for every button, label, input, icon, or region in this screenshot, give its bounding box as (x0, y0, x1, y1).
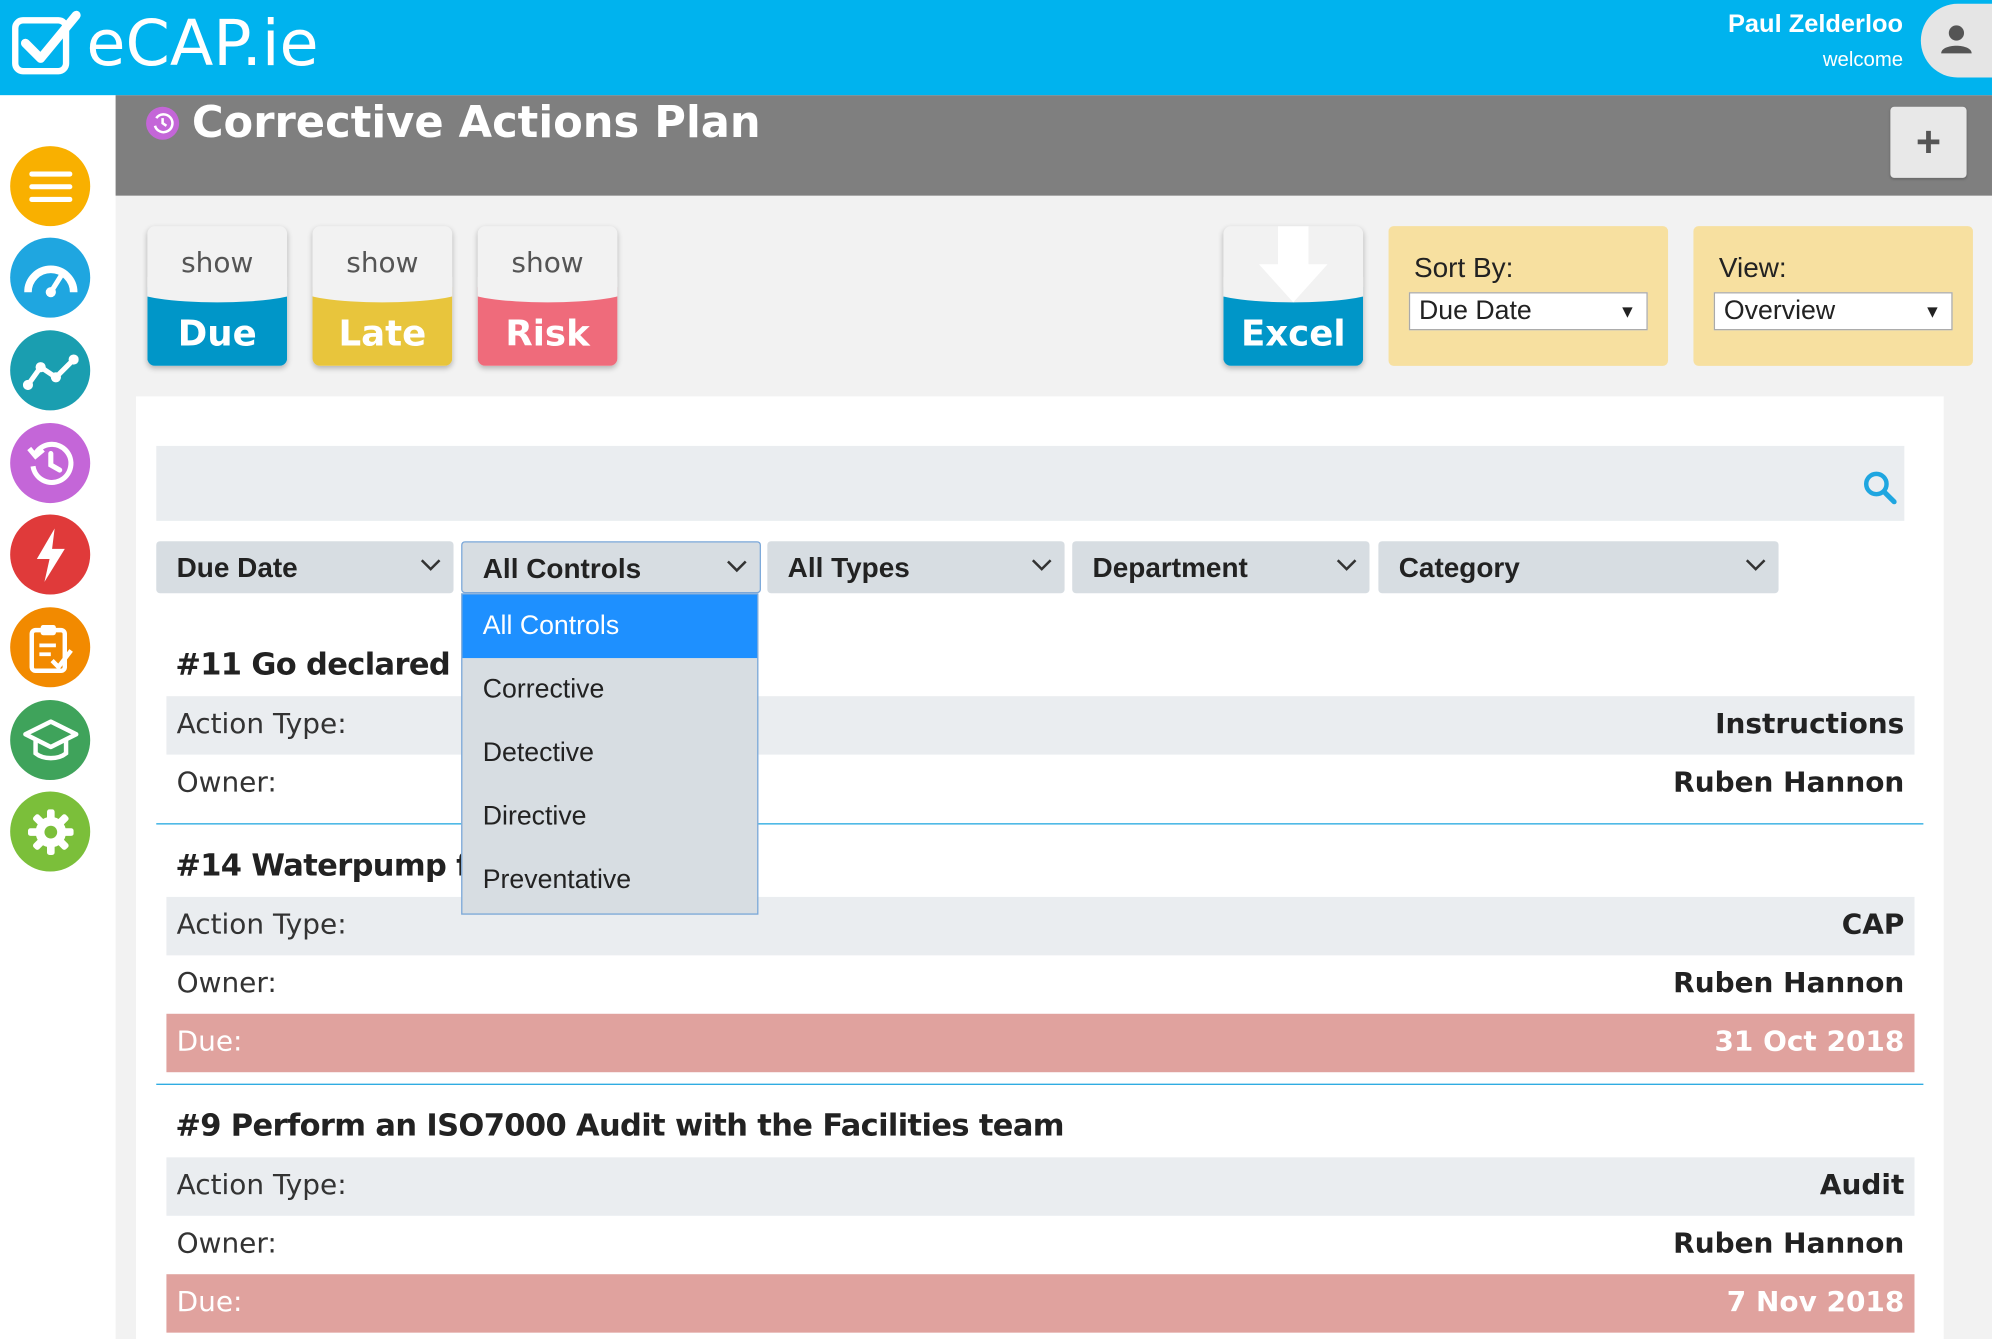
chevron-down-icon (420, 559, 441, 571)
action-type-row: Action Type: Instructions (166, 696, 1915, 755)
show-due-button[interactable]: Due show (147, 226, 288, 366)
action-type-value: Instructions (1715, 708, 1905, 741)
action-title[interactable]: #9 Perform an ISO7000 Audit with the Fac… (175, 1108, 1064, 1144)
app-logo[interactable]: eCAP.ie (10, 6, 319, 81)
owner-label: Owner: (176, 767, 277, 800)
chevron-down-icon (1031, 559, 1052, 571)
sidebar-item-settings[interactable] (10, 791, 91, 872)
dropdown-option-detective[interactable]: Detective (462, 722, 757, 786)
show-risk-top-label: show (511, 247, 584, 280)
caret-down-icon: ▼ (1923, 301, 1942, 322)
owner-value: Ruben Hannon (1673, 1228, 1905, 1261)
history-clock-icon (26, 441, 73, 485)
line-chart-icon (22, 353, 79, 390)
action-type-value: Audit (1819, 1170, 1905, 1202)
view-label: View: (1718, 251, 1787, 284)
due-row: Due: 7 Nov 2018 (166, 1274, 1915, 1333)
filter-department-label: Department (1092, 551, 1248, 584)
divider (156, 823, 1924, 825)
sidebar-item-incidents[interactable] (10, 514, 91, 595)
dropdown-option-all-controls[interactable]: All Controls (462, 594, 758, 659)
due-label: Due: (176, 1286, 243, 1319)
user-welcome: welcome (1822, 49, 1904, 72)
view-value: Overview (1723, 296, 1836, 326)
sidebar-item-analytics[interactable] (10, 330, 91, 411)
action-type-value: CAP (1841, 909, 1905, 942)
user-icon (1941, 25, 1972, 54)
view-select[interactable]: Overview ▼ (1713, 292, 1953, 331)
controls-dropdown-menu: All Controls Corrective Detective Direct… (461, 593, 759, 915)
show-late-top-label: show (346, 247, 419, 280)
hamburger-menu-icon (28, 170, 72, 202)
chevron-down-icon (1745, 559, 1766, 571)
view-panel: View: Overview ▼ (1693, 226, 1973, 366)
action-title[interactable]: #14 Waterpump filt (175, 847, 503, 883)
filter-due-date[interactable]: Due Date (156, 541, 454, 594)
owner-label: Owner: (176, 968, 277, 1000)
owner-row: Owner: Ruben Hannon (166, 1216, 1914, 1274)
chevron-down-icon (1336, 559, 1357, 571)
action-type-label: Action Type: (176, 708, 347, 741)
user-info[interactable]: Paul Zelderloo welcome (1728, 10, 1903, 72)
show-risk-button[interactable]: Risk show (477, 226, 618, 366)
show-due-top-label: show (181, 247, 254, 280)
sidebar (0, 95, 116, 1339)
add-action-button[interactable]: + (1890, 106, 1967, 178)
sidebar-item-audits[interactable] (10, 607, 91, 688)
owner-value: Ruben Hannon (1673, 767, 1905, 800)
page-title: Corrective Actions Plan (191, 97, 761, 149)
dropdown-option-preventative[interactable]: Preventative (462, 849, 757, 913)
user-name: Paul Zelderloo (1727, 10, 1904, 39)
divider (156, 1083, 1924, 1085)
filter-due-date-label: Due Date (176, 551, 298, 584)
caret-down-icon: ▼ (1618, 301, 1637, 322)
due-value: 7 Nov 2018 (1726, 1286, 1905, 1319)
filter-controls[interactable]: All Controls (461, 541, 761, 594)
excel-export-button[interactable]: Excel (1223, 226, 1364, 366)
top-bar: eCAP.ie Paul Zelderloo welcome (0, 0, 1992, 96)
graduation-cap-icon (22, 718, 78, 760)
due-value: 31 Oct 2018 (1714, 1026, 1905, 1059)
action-type-row: Action Type: Audit (166, 1157, 1915, 1216)
filter-types-label: All Types (787, 551, 910, 584)
sidebar-item-dashboard[interactable] (10, 237, 91, 318)
search-icon[interactable] (1863, 471, 1897, 505)
due-row: Due: 31 Oct 2018 (166, 1013, 1915, 1073)
owner-label: Owner: (176, 1228, 277, 1261)
page-header: Corrective Actions Plan + (115, 95, 1992, 196)
sidebar-item-corrective-actions[interactable] (10, 423, 91, 504)
action-type-row: Action Type: CAP (166, 896, 1915, 956)
filter-types[interactable]: All Types (767, 541, 1065, 594)
dropdown-option-directive[interactable]: Directive (462, 785, 757, 849)
sort-by-value: Due Date (1419, 296, 1532, 326)
search-input[interactable] (156, 445, 1905, 521)
show-late-button[interactable]: Late show (312, 226, 453, 366)
filter-department[interactable]: Department (1072, 541, 1370, 594)
history-clock-icon (146, 106, 180, 140)
filter-controls-label: All Controls (482, 552, 642, 585)
sort-by-select[interactable]: Due Date ▼ (1408, 292, 1648, 331)
action-type-label: Action Type: (176, 909, 347, 942)
sort-by-panel: Sort By: Due Date ▼ (1388, 226, 1669, 366)
download-arrow-icon (1258, 226, 1328, 303)
owner-row: Owner: Ruben Hannon (166, 755, 1914, 813)
owner-row: Owner: Ruben Hannon (166, 955, 1914, 1013)
clipboard-check-icon (28, 624, 73, 673)
due-label: Due: (176, 1026, 243, 1059)
checkmark-logo-icon (12, 10, 81, 75)
dropdown-option-corrective[interactable]: Corrective (462, 658, 757, 722)
lightning-icon (36, 527, 65, 582)
filter-category[interactable]: Category (1378, 541, 1779, 594)
gear-icon (27, 808, 74, 855)
avatar[interactable] (1920, 3, 1992, 78)
gauge-icon (23, 264, 77, 297)
sort-by-label: Sort By: (1413, 251, 1514, 284)
chevron-down-icon (727, 560, 747, 573)
filter-category-label: Category (1398, 551, 1520, 584)
owner-value: Ruben Hannon (1673, 968, 1905, 1000)
app-logo-text: eCAP.ie (86, 6, 319, 81)
action-type-label: Action Type: (176, 1170, 347, 1202)
sidebar-item-training[interactable] (10, 699, 91, 781)
sidebar-item-menu[interactable] (10, 146, 91, 227)
